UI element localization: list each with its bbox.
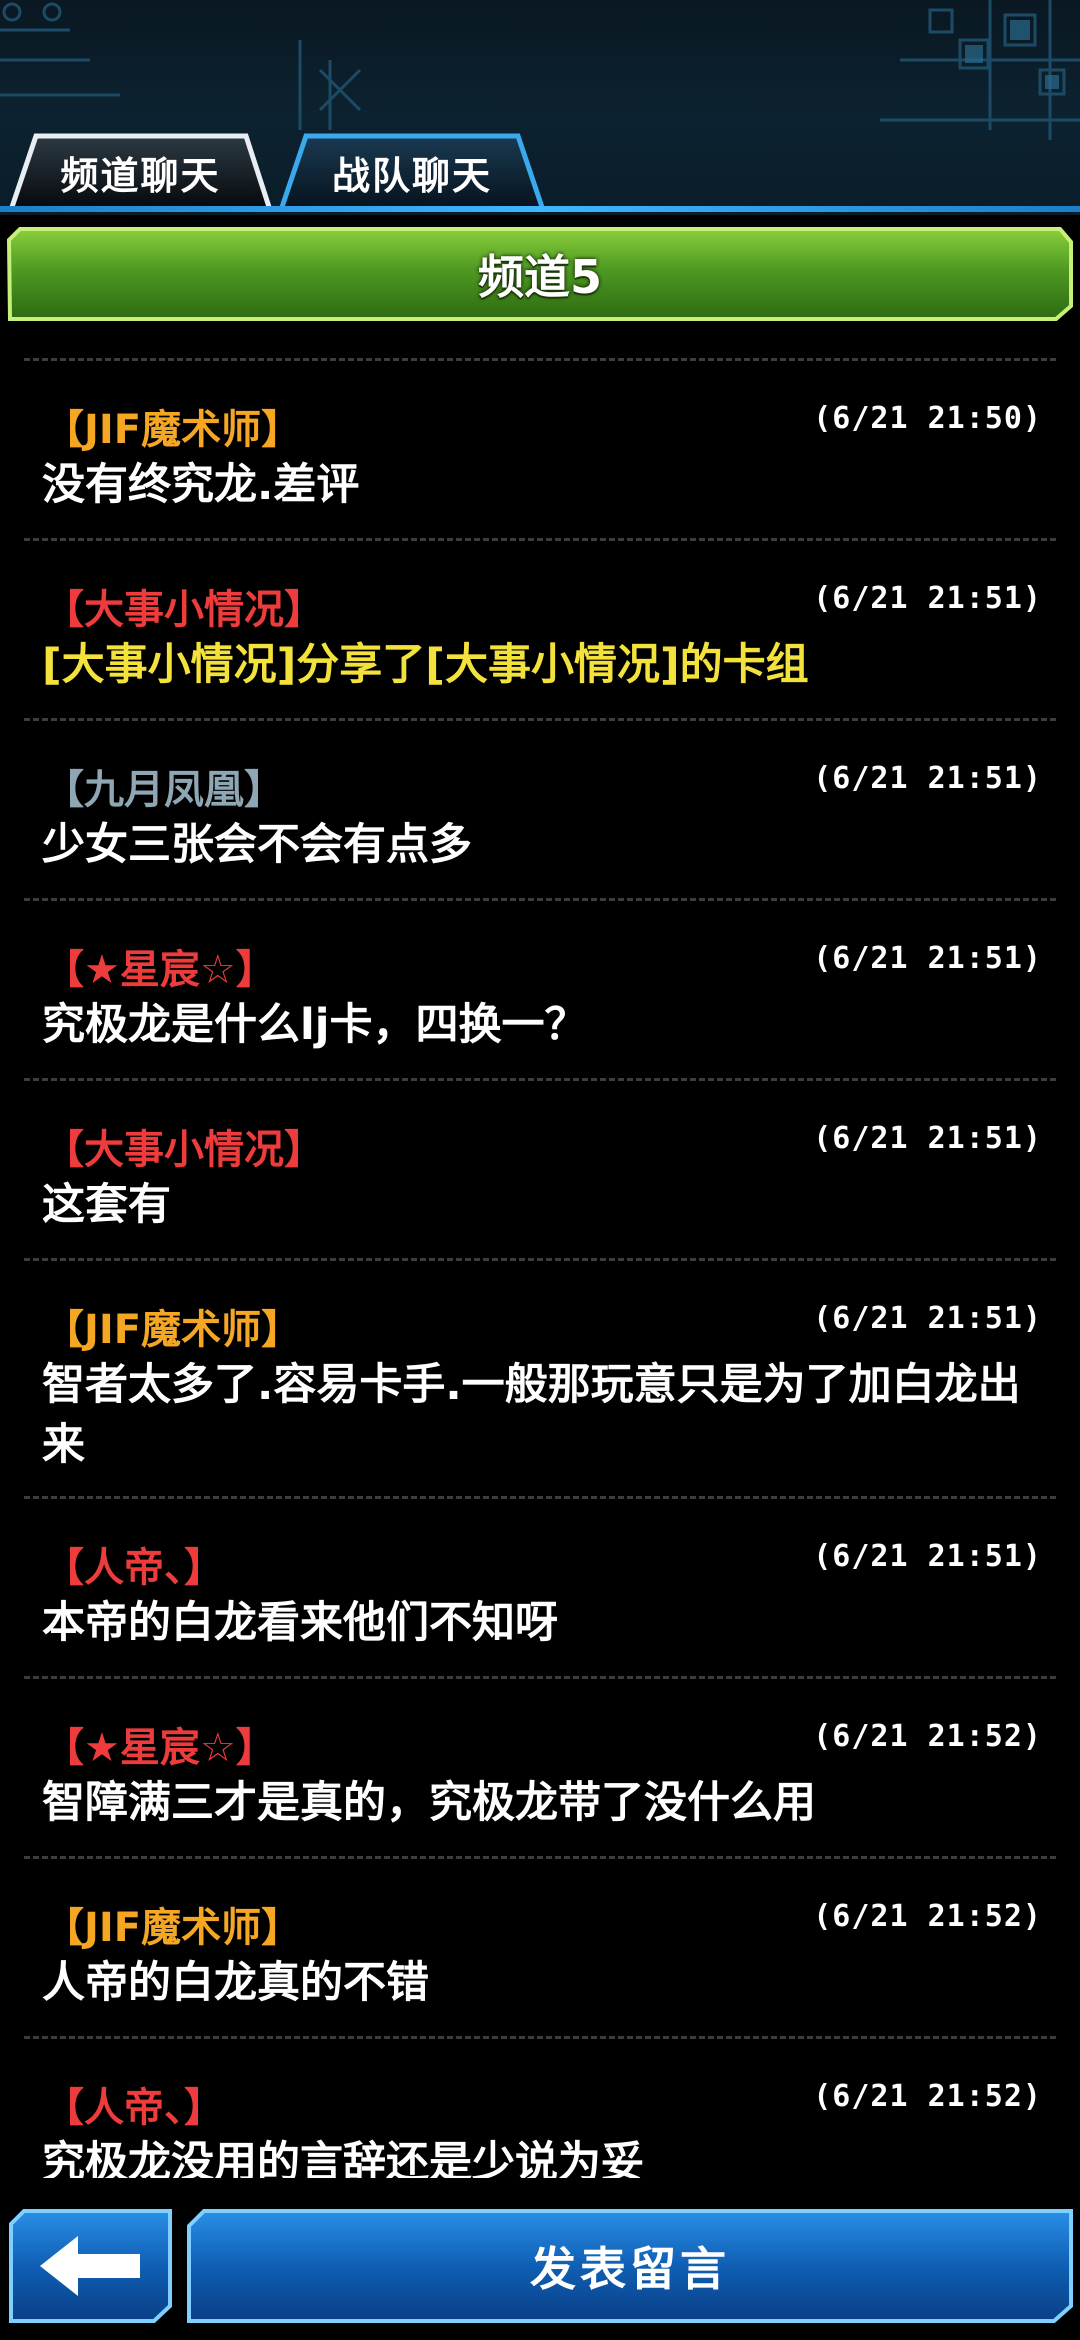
list-item: 【九月凤凰】 (6/21 21:51) 少女三张会不会有点多 — [24, 718, 1056, 898]
message-time: (6/21 21:51) — [813, 761, 1042, 796]
message-time: (6/21 21:52) — [813, 1719, 1042, 1754]
shared-deck-link[interactable]: [大事小情况]分享了[大事小情况]的卡组 — [42, 635, 1042, 695]
sender-name[interactable]: 【JIF魔术师】 — [44, 1895, 301, 1953]
back-button[interactable] — [8, 2208, 173, 2324]
message-time: (6/21 21:52) — [813, 1899, 1042, 1934]
channel-header: 频道5 — [6, 226, 1074, 322]
tab-team-chat[interactable]: 战队聊天 — [278, 132, 546, 212]
tab-label: 战队聊天 — [331, 153, 492, 198]
sender-name[interactable]: 【★星宸☆】 — [44, 1715, 276, 1773]
message-time: (6/21 21:52) — [813, 2079, 1042, 2114]
sender-name[interactable]: 【九月凤凰】 — [44, 757, 284, 815]
post-message-button[interactable]: 发表留言 — [186, 2208, 1074, 2324]
message-text: 这套有 — [42, 1180, 171, 1230]
tab-channel-chat[interactable]: 频道聊天 — [8, 132, 273, 212]
list-item: 【人帝、】 (6/21 21:52) 究极龙没用的言辞还是少说为妥 — [24, 2036, 1056, 2178]
message-text: 少女三张会不会有点多 — [42, 820, 472, 870]
message-text: 没有终究龙.差评 — [42, 460, 360, 510]
message-text: 本帝的白龙看来他们不知呀 — [42, 1598, 558, 1648]
back-button-shape — [9, 2209, 172, 2323]
list-item: 【大事小情况】 (6/21 21:51) [大事小情况]分享了[大事小情况]的卡… — [24, 538, 1056, 718]
sender-name[interactable]: 【人帝、】 — [44, 1535, 224, 1593]
sender-name[interactable]: 【大事小情况】 — [44, 577, 324, 635]
list-item: 【人帝、】 (6/21 21:51) 本帝的白龙看来他们不知呀 — [24, 1496, 1056, 1676]
tab-underline — [0, 206, 1080, 212]
message-text: 究极龙没用的言辞还是少说为妥 — [42, 2138, 644, 2178]
list-item: 【★星宸☆】 (6/21 21:51) 究极龙是什么lj卡，四换一？ — [24, 898, 1056, 1078]
sender-name[interactable]: 【人帝、】 — [44, 2075, 224, 2133]
sender-name[interactable]: 【JIF魔术师】 — [44, 397, 301, 455]
message-time: (6/21 21:51) — [813, 941, 1042, 976]
list-item: 【大事小情况】 (6/21 21:51) 这套有 — [24, 1078, 1056, 1258]
list-item: 【JIF魔术师】 (6/21 21:52) 人帝的白龙真的不错 — [24, 1856, 1056, 2036]
message-text: 究极龙是什么lj卡，四换一？ — [42, 1000, 588, 1050]
message-text: 智者太多了.容易卡手.一般那玩意只是为了加白龙出来 — [42, 1360, 1021, 1470]
message-time: (6/21 21:50) — [813, 401, 1042, 436]
sender-name[interactable]: 【JIF魔术师】 — [44, 1297, 301, 1355]
channel-title: 频道5 — [477, 250, 602, 304]
sender-name[interactable]: 【大事小情况】 — [44, 1117, 324, 1175]
list-item: 【JIF魔术师】 (6/21 21:51) 智者太多了.容易卡手.一般那玩意只是… — [24, 1258, 1056, 1496]
message-list[interactable]: 【JIF魔术师】 (6/21 21:50) 没有终究龙.差评 【大事小情况】 (… — [24, 358, 1056, 2178]
message-text: 人帝的白龙真的不错 — [42, 1958, 429, 2008]
post-button-label: 发表留言 — [530, 2242, 730, 2296]
message-time: (6/21 21:51) — [813, 1539, 1042, 1574]
message-time: (6/21 21:51) — [813, 581, 1042, 616]
sender-name[interactable]: 【★星宸☆】 — [44, 937, 276, 995]
list-item: 【JIF魔术师】 (6/21 21:50) 没有终究龙.差评 — [24, 358, 1056, 538]
message-time: (6/21 21:51) — [813, 1301, 1042, 1336]
message-text: 智障满三才是真的，究极龙带了没什么用 — [42, 1778, 816, 1828]
list-item: 【★星宸☆】 (6/21 21:52) 智障满三才是真的，究极龙带了没什么用 — [24, 1676, 1056, 1856]
tab-label: 频道聊天 — [60, 153, 221, 198]
message-time: (6/21 21:51) — [813, 1121, 1042, 1156]
bottom-bar: 发表留言 — [0, 2196, 1080, 2340]
